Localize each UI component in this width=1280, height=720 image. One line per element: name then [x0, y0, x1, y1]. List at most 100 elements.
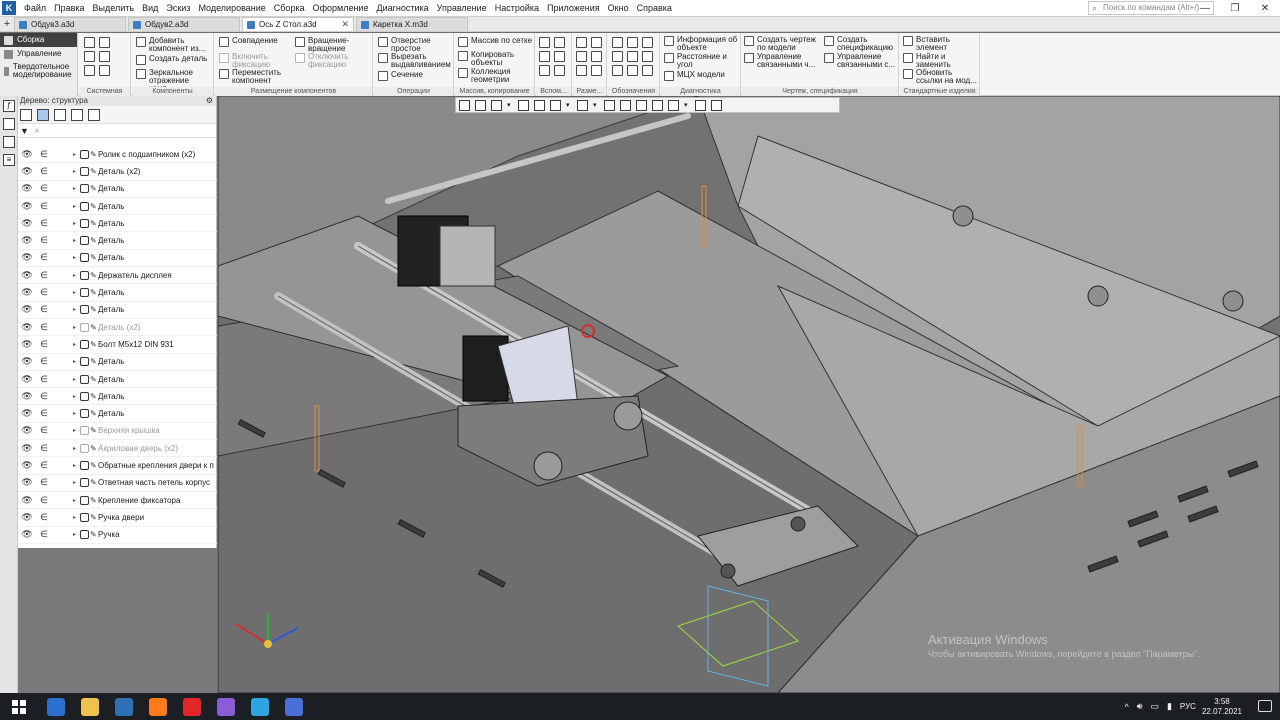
linear-dim-icon[interactable] [576, 37, 587, 48]
tree-row[interactable]: 👁︎ ∈ ▸ ✎ Болт М5х12 DIN 931 [18, 336, 217, 354]
eye-icon[interactable]: 👁︎ [21, 166, 33, 177]
taskbar-app-icon[interactable] [285, 697, 303, 716]
mark-icon[interactable] [627, 51, 638, 62]
layers-icon[interactable]: ≡ [3, 154, 15, 166]
copy-objects-button[interactable]: Копировать объекты [458, 51, 534, 67]
taskbar-app-icon[interactable] [251, 697, 269, 716]
expand-arrow-icon[interactable]: ▸ [73, 324, 79, 331]
mode-solid-modeling[interactable]: Твердотельное моделирование [0, 61, 77, 81]
object-info-button[interactable]: Информация об объекте [664, 36, 740, 52]
rotate-icon[interactable] [534, 99, 545, 111]
undo-icon[interactable] [84, 65, 95, 76]
eye-icon[interactable]: 👁︎ [21, 460, 33, 471]
link-icon[interactable]: ∈ [39, 304, 49, 315]
tree-row[interactable]: 👁︎ ∈ ▸ ✎ Держатель дисплея [18, 267, 217, 285]
menu-item[interactable]: Диагностика [372, 3, 432, 13]
pen-icon[interactable] [711, 99, 722, 111]
zoom-icon[interactable] [491, 99, 502, 111]
find-replace-button[interactable]: Найти и заменить [903, 53, 979, 69]
sketch-icon[interactable] [554, 65, 565, 76]
tree-row[interactable]: 👁︎ ∈ ▸ ✎ Деталь [18, 215, 217, 233]
expand-arrow-icon[interactable]: ▸ [73, 393, 79, 400]
tolerance-icon[interactable] [642, 37, 653, 48]
update-refs-button[interactable]: Обновить ссылки на мод... [903, 69, 979, 85]
tree-row[interactable]: 👁︎ ∈ ▸ ✎ Деталь [18, 388, 217, 406]
roughness-icon[interactable] [612, 51, 623, 62]
document-tab[interactable]: Обдув3.a3d [14, 17, 126, 31]
document-tab[interactable]: Каретка X.m3d [356, 17, 468, 31]
disable-fix-button[interactable]: Отключить фиксацию [295, 53, 369, 69]
tree-row[interactable]: 👁︎ ∈ ▸ ✎ Верхняя крышка [18, 423, 217, 441]
document-tab[interactable]: Ось Z Стол.a3d ✕ [242, 17, 354, 31]
open-icon[interactable] [99, 37, 110, 48]
create-detail-button[interactable]: Создать деталь [136, 55, 212, 65]
tree-row[interactable]: 👁︎ ∈ ▸ ✎ Ролик с подшипником (x2) [18, 146, 217, 164]
link-icon[interactable]: ∈ [39, 512, 49, 523]
taskbar-app-icon[interactable] [183, 697, 201, 716]
new-tab-button[interactable]: + [0, 17, 14, 31]
eye-icon[interactable]: 👁︎ [21, 149, 33, 160]
eye-icon[interactable]: 👁︎ [21, 443, 33, 454]
radius-dim-icon[interactable] [576, 51, 587, 62]
volume-icon[interactable]: 🔊︎ [1137, 701, 1143, 712]
mode-assembly[interactable]: Сборка [0, 33, 77, 47]
taskbar-app-icon[interactable] [81, 697, 99, 716]
axis-icon[interactable] [554, 37, 565, 48]
tree-row[interactable]: 👁︎ ∈ ▸ ✎ Деталь [18, 302, 217, 319]
expand-arrow-icon[interactable]: ▸ [73, 462, 79, 469]
eye-icon[interactable]: 👁︎ [21, 183, 33, 194]
chevron-up-icon[interactable]: ^ [1125, 702, 1129, 712]
chevron-down-icon[interactable]: ▾ [507, 100, 513, 111]
link-icon[interactable]: ∈ [39, 443, 49, 454]
expand-arrow-icon[interactable]: ▸ [73, 254, 79, 261]
clock[interactable]: 3:58 22.07.2021 [1202, 697, 1242, 717]
display-mode-icon[interactable] [577, 99, 588, 111]
expand-arrow-icon[interactable]: ▸ [73, 514, 79, 521]
text-icon[interactable] [642, 51, 653, 62]
tree-row[interactable]: 👁︎ ∈ ▸ ✎ Деталь (x2) [18, 163, 217, 181]
link-icon[interactable]: ∈ [39, 477, 49, 488]
link-icon[interactable]: ∈ [39, 218, 49, 229]
maximize-button[interactable]: ❐ [1220, 0, 1250, 17]
link-icon[interactable]: ∈ [39, 529, 49, 540]
close-icon[interactable]: ✕ [341, 19, 349, 30]
eye-icon[interactable]: 👁︎ [21, 252, 33, 263]
expand-arrow-icon[interactable]: ▸ [73, 151, 79, 158]
zoom-window-icon[interactable] [475, 99, 486, 111]
menu-item[interactable]: Управление [433, 3, 491, 13]
link-icon[interactable]: ∈ [39, 356, 49, 367]
menu-item[interactable]: Выделить [89, 3, 139, 13]
link-icon[interactable]: ∈ [39, 166, 49, 177]
show-all-icon[interactable] [652, 99, 663, 111]
section-view-icon[interactable] [604, 99, 615, 111]
eye-icon[interactable]: 👁︎ [21, 287, 33, 298]
tree-icon[interactable] [3, 136, 15, 148]
menu-item[interactable]: Окно [604, 3, 633, 13]
menu-item[interactable]: Эскиз [162, 3, 194, 13]
eye-icon[interactable]: 👁︎ [21, 218, 33, 229]
link-icon[interactable]: ∈ [39, 270, 49, 281]
eye-icon[interactable]: 👁︎ [21, 201, 33, 212]
manage-linked-spec-button[interactable]: Управление связанными с... [824, 53, 898, 69]
link-icon[interactable]: ∈ [39, 201, 49, 212]
link-icon[interactable]: ∈ [39, 149, 49, 160]
link-icon[interactable]: ∈ [39, 339, 49, 350]
snap-icon[interactable] [695, 99, 706, 111]
tree-row[interactable]: 👁︎ ∈ ▸ ✎ Деталь [18, 284, 217, 302]
eye-icon[interactable]: 👁︎ [21, 322, 33, 333]
menu-item[interactable]: Настройка [491, 3, 543, 13]
tree-row[interactable]: 👁︎ ∈ ▸ ✎ Деталь [18, 181, 217, 198]
menu-item[interactable]: Файл [20, 3, 50, 13]
expand-arrow-icon[interactable]: ▸ [73, 531, 79, 538]
gear-icon[interactable]: ⚙ [206, 96, 213, 106]
auto-dim-icon[interactable] [576, 65, 587, 76]
pan-icon[interactable] [518, 99, 529, 111]
menu-item[interactable]: Приложения [543, 3, 604, 13]
view-orient-icon[interactable] [550, 99, 561, 111]
tree-row[interactable]: 👁︎ ∈ ▸ ✎ Деталь [18, 354, 217, 371]
section-button[interactable]: Сечение [378, 71, 452, 81]
grid-array-button[interactable]: Массив по сетке [458, 37, 534, 47]
expand-arrow-icon[interactable]: ▸ [73, 185, 79, 192]
taskbar-app-icon[interactable] [115, 697, 133, 716]
eye-icon[interactable]: 👁︎ [21, 425, 33, 436]
